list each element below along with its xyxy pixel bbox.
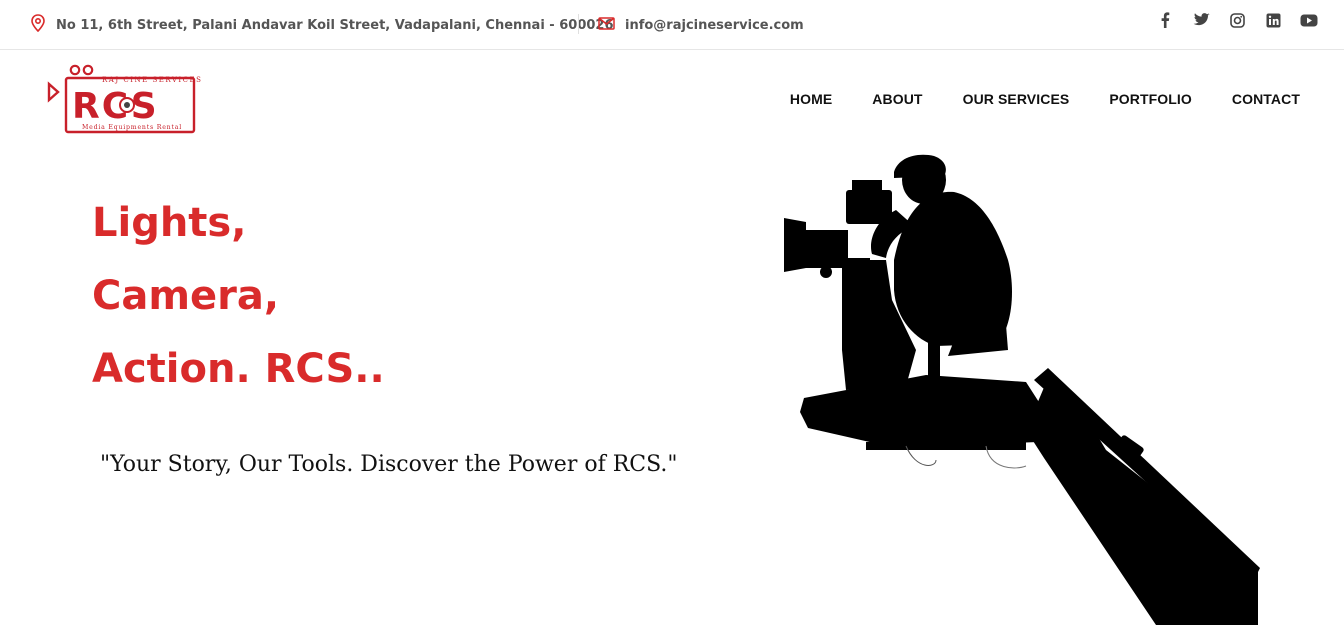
play-triangle-icon	[47, 81, 60, 103]
hero-heading-line-1: Lights,	[92, 200, 247, 246]
divider	[578, 14, 579, 34]
svg-text:RCS: RCS	[72, 86, 159, 127]
main-nav: HOME ABOUT OUR SERVICES PORTFOLIO CONTAC…	[790, 88, 1300, 110]
svg-text:RAJ CINE SERVICES: RAJ CINE SERVICES	[102, 76, 201, 84]
nav-about[interactable]: ABOUT	[872, 91, 922, 107]
nav-contact[interactable]: CONTACT	[1232, 91, 1300, 107]
svg-text:Media Equipments Rental: Media Equipments Rental	[82, 124, 182, 131]
social-links	[1154, 10, 1320, 30]
hero-tagline: "Your Story, Our Tools. Discover the Pow…	[100, 452, 678, 477]
youtube-icon[interactable]	[1298, 10, 1320, 30]
hero-heading-line-2: Camera,	[92, 273, 280, 319]
mail-icon	[598, 16, 615, 34]
top-bar: No 11, 6th Street, Palani Andavar Koil S…	[0, 0, 1344, 50]
nav-our-services[interactable]: OUR SERVICES	[963, 91, 1070, 107]
address-text: No 11, 6th Street, Palani Andavar Koil S…	[56, 17, 614, 33]
twitter-icon[interactable]	[1190, 10, 1212, 30]
hero-heading-line-3: Action. RCS..	[92, 346, 385, 392]
email-link[interactable]: info@rajcineservice.com	[625, 18, 804, 33]
site-logo[interactable]: RAJ CINE SERVICES RCS Media Equipments R…	[46, 62, 201, 136]
instagram-icon[interactable]	[1226, 10, 1248, 30]
linkedin-icon[interactable]	[1262, 10, 1284, 30]
camera-operator-silhouette-image	[776, 150, 1266, 630]
location-pin-icon	[30, 14, 46, 36]
email-block[interactable]: info@rajcineservice.com	[598, 15, 804, 35]
nav-portfolio[interactable]: PORTFOLIO	[1109, 91, 1192, 107]
nav-home[interactable]: HOME	[790, 91, 832, 107]
facebook-icon[interactable]	[1154, 10, 1176, 30]
address-block: No 11, 6th Street, Palani Andavar Koil S…	[30, 14, 614, 36]
